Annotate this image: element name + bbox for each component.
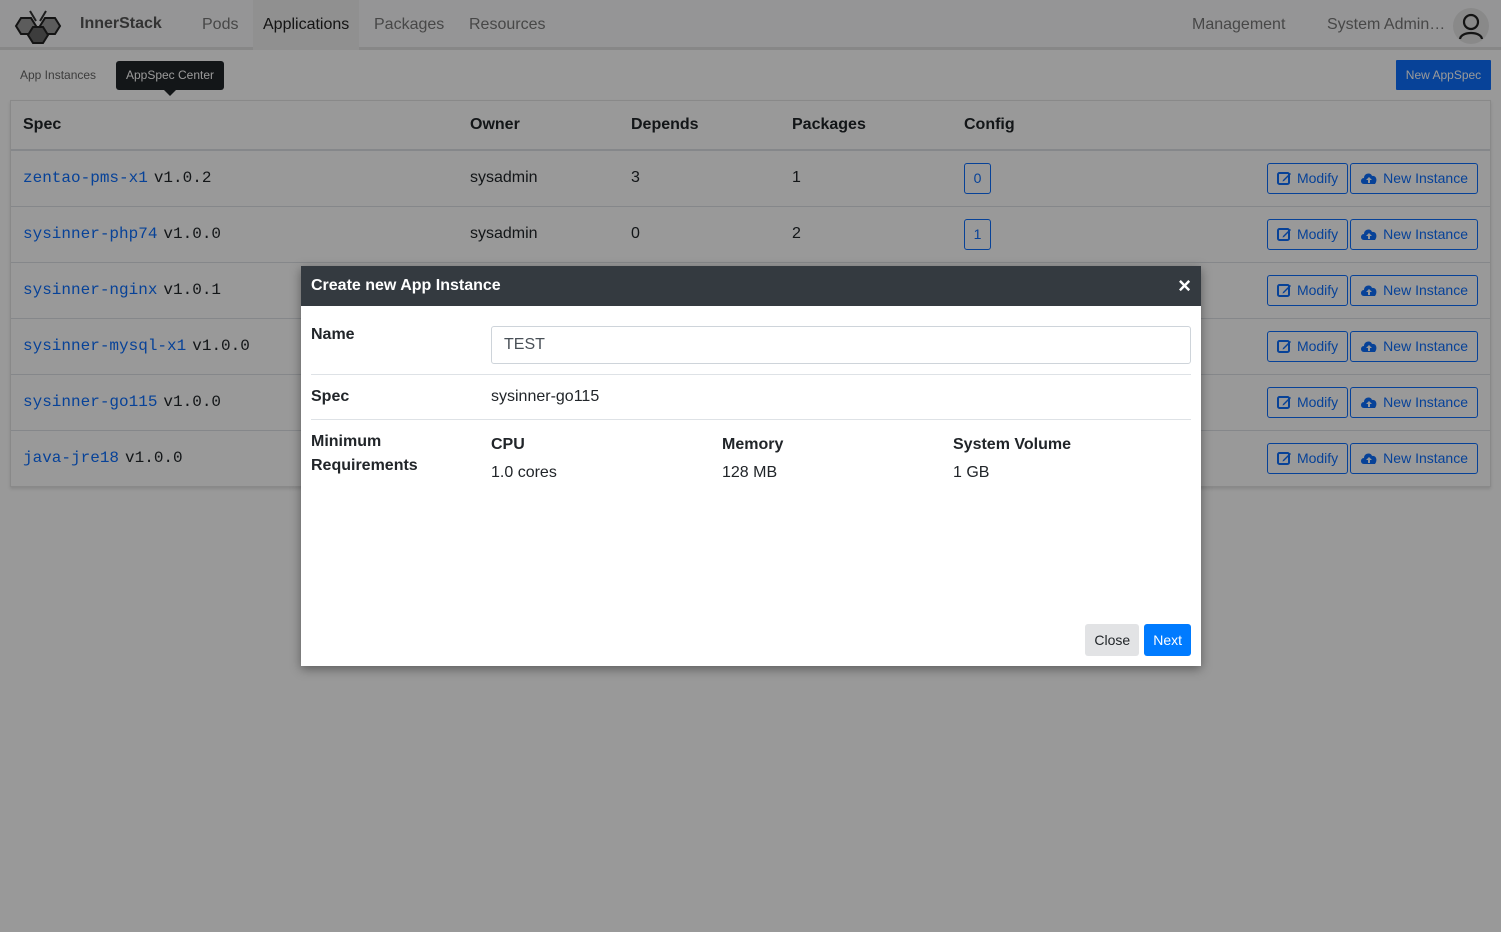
req-volume-value: 1 GB bbox=[953, 464, 990, 481]
modal-footer: Close Next bbox=[1085, 624, 1191, 656]
close-icon[interactable]: × bbox=[1178, 275, 1191, 297]
spec-value: sysinner-go115 bbox=[491, 388, 600, 405]
spec-row: Spec sysinner-go115 bbox=[311, 375, 1191, 420]
requirements-row: Minimum Requirements CPU 1.0 cores Memor… bbox=[311, 420, 1191, 485]
req-cpu: CPU 1.0 cores bbox=[491, 430, 722, 485]
modal-header: Create new App Instance × bbox=[301, 266, 1201, 306]
modal-body: Name Spec sysinner-go115 Minimum Require… bbox=[301, 306, 1201, 485]
requirements-grid: CPU 1.0 cores Memory 128 MB System Volum… bbox=[491, 430, 1191, 485]
create-instance-modal: Create new App Instance × Name Spec sysi… bbox=[301, 266, 1201, 666]
modal-title: Create new App Instance bbox=[311, 277, 501, 294]
requirements-label: Minimum Requirements bbox=[311, 433, 418, 474]
req-volume-label: System Volume bbox=[953, 436, 1071, 453]
name-row: Name bbox=[311, 306, 1191, 375]
spec-label: Spec bbox=[311, 388, 350, 405]
name-input[interactable] bbox=[491, 326, 1191, 364]
req-cpu-value: 1.0 cores bbox=[491, 464, 557, 481]
close-button[interactable]: Close bbox=[1085, 624, 1140, 656]
req-memory-label: Memory bbox=[722, 436, 784, 453]
req-volume: System Volume 1 GB bbox=[953, 430, 1184, 485]
req-memory-value: 128 MB bbox=[722, 464, 778, 481]
req-memory: Memory 128 MB bbox=[722, 430, 953, 485]
name-label: Name bbox=[311, 326, 355, 343]
next-button[interactable]: Next bbox=[1144, 624, 1191, 656]
req-cpu-label: CPU bbox=[491, 436, 525, 453]
